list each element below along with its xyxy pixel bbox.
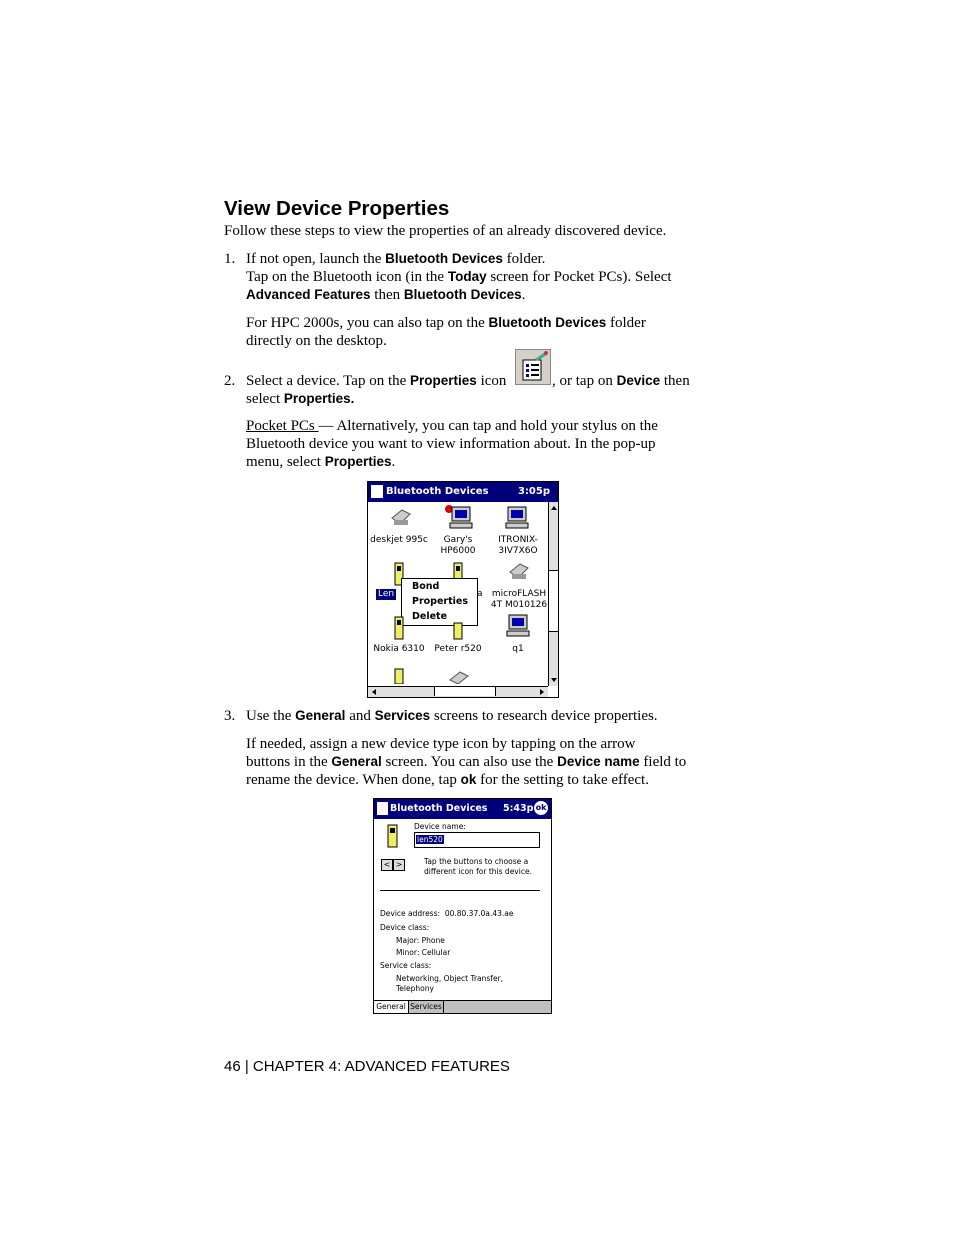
title-bar: Bluetooth Devices 5:43p ok — [374, 799, 551, 819]
step2-line3: Pocket PCs — Alternatively, you can tap … — [246, 418, 658, 434]
step3-line2: If needed, assign a new device type icon… — [246, 736, 636, 752]
page-title: View Device Properties — [224, 197, 450, 220]
service-class-value: Telephony — [396, 984, 434, 993]
window-title: Bluetooth Devices — [390, 803, 488, 814]
device-address: Device address: 00.80.37.0a.43.ae — [380, 909, 514, 918]
step2-line2: select Properties. — [246, 391, 355, 407]
device-label[interactable]: deskjet 995c — [368, 535, 430, 546]
vertical-scrollbar[interactable] — [548, 502, 558, 686]
intro-text: Follow these steps to view the propertie… — [224, 223, 667, 239]
screenshot-bluetooth-devices: Bluetooth Devices 3:05p deskjet 995c Gar… — [367, 481, 559, 698]
ok-button[interactable]: ok — [534, 801, 548, 815]
computer-icon[interactable] — [444, 504, 474, 536]
scroll-up-icon[interactable] — [551, 506, 557, 510]
scroll-right-icon[interactable] — [540, 689, 544, 695]
device-label[interactable]: q1 — [488, 644, 548, 655]
scroll-down-icon[interactable] — [551, 678, 557, 682]
scroll-thumb[interactable] — [434, 687, 496, 696]
hint-text: different icon for this device. — [424, 867, 532, 876]
tab-bar: General Services — [374, 1000, 551, 1013]
device-label[interactable]: Nokia 6310 — [368, 644, 430, 655]
scroll-left-icon[interactable] — [372, 689, 376, 695]
device-label[interactable]: HP6000 — [428, 546, 488, 557]
menu-item-delete[interactable]: Delete — [412, 611, 447, 622]
horizontal-scrollbar[interactable] — [368, 686, 548, 697]
menu-item-bond[interactable]: Bond — [412, 581, 439, 592]
device-class-label: Device class: — [380, 923, 430, 932]
context-menu: Bond Properties Delete — [401, 578, 478, 626]
step3-line3: buttons in the General screen. You can a… — [246, 754, 687, 770]
service-class-label: Service class: — [380, 961, 432, 970]
prev-icon-button[interactable]: < — [381, 859, 393, 871]
page-footer: 46 | CHAPTER 4: ADVANCED FEATURES — [224, 1058, 510, 1075]
phone-icon — [387, 824, 398, 850]
computer-icon[interactable] — [505, 612, 535, 644]
step1-line2: Tap on the Bluetooth icon (in the Today … — [246, 269, 672, 285]
step1-line3: Advanced Features then Bluetooth Devices… — [246, 287, 526, 303]
phone-icon[interactable] — [394, 668, 404, 688]
step1-line4: For HPC 2000s, you can also tap on the B… — [246, 315, 646, 331]
device-label[interactable]: 3IV7X6O — [488, 546, 548, 557]
title-bar: Bluetooth Devices 3:05p — [368, 482, 558, 502]
windows-start-icon[interactable] — [371, 485, 383, 498]
printer-icon[interactable] — [388, 506, 412, 532]
scroll-thumb[interactable] — [549, 570, 558, 632]
device-label[interactable]: 4T M010126 — [488, 600, 550, 611]
device-label[interactable]: ITRONIX- — [488, 535, 548, 546]
windows-start-icon[interactable] — [377, 802, 388, 815]
device-label[interactable]: Gary's — [428, 535, 488, 546]
tab-services[interactable]: Services — [409, 1001, 444, 1013]
hint-text: Tap the buttons to choose a — [424, 857, 529, 866]
step1-line1: If not open, launch the Bluetooth Device… — [246, 251, 546, 267]
phone-icon[interactable] — [394, 616, 404, 644]
service-class-value: Networking, Object Transfer, — [396, 974, 504, 983]
device-label-selected[interactable]: Len — [376, 589, 397, 600]
step1-line5: directly on the desktop. — [246, 333, 387, 349]
device-class-major: Major: Phone — [396, 936, 445, 945]
window-title: Bluetooth Devices — [386, 486, 489, 497]
step2-line1b: , or tap on Device then — [552, 373, 690, 389]
computer-icon[interactable] — [504, 504, 534, 536]
printer-icon[interactable] — [506, 560, 530, 586]
tab-general[interactable]: General — [374, 1001, 409, 1013]
device-name-label: Device name: — [414, 822, 466, 831]
step3-line1: Use the General and Services screens to … — [246, 708, 658, 724]
menu-item-properties[interactable]: Properties — [412, 596, 468, 607]
screenshot-device-properties: Bluetooth Devices 5:43p ok Device name: … — [373, 798, 552, 1014]
clock: 3:05p — [517, 486, 550, 497]
clock: 5:43p — [503, 803, 534, 814]
step2-line1a: Select a device. Tap on the Properties i… — [246, 373, 507, 389]
step-number: 1. — [224, 251, 236, 267]
step2-line4: Bluetooth device you want to view inform… — [246, 436, 656, 452]
properties-icon — [515, 349, 551, 385]
device-label[interactable]: microFLASH — [488, 589, 550, 600]
device-name-field[interactable]: len520 — [414, 832, 540, 848]
step2-line5: menu, select Properties. — [246, 454, 396, 470]
next-icon-button[interactable]: > — [393, 859, 405, 871]
device-label[interactable]: Peter r520 — [428, 644, 488, 655]
device-class-minor: Minor: Cellular — [396, 948, 451, 957]
step-number: 2. — [224, 373, 236, 389]
printer-icon[interactable] — [446, 668, 470, 688]
divider — [380, 890, 540, 891]
step-number: 3. — [224, 708, 236, 724]
step3-line4: rename the device. When done, tap ok for… — [246, 772, 649, 788]
phone-icon[interactable] — [453, 622, 463, 644]
